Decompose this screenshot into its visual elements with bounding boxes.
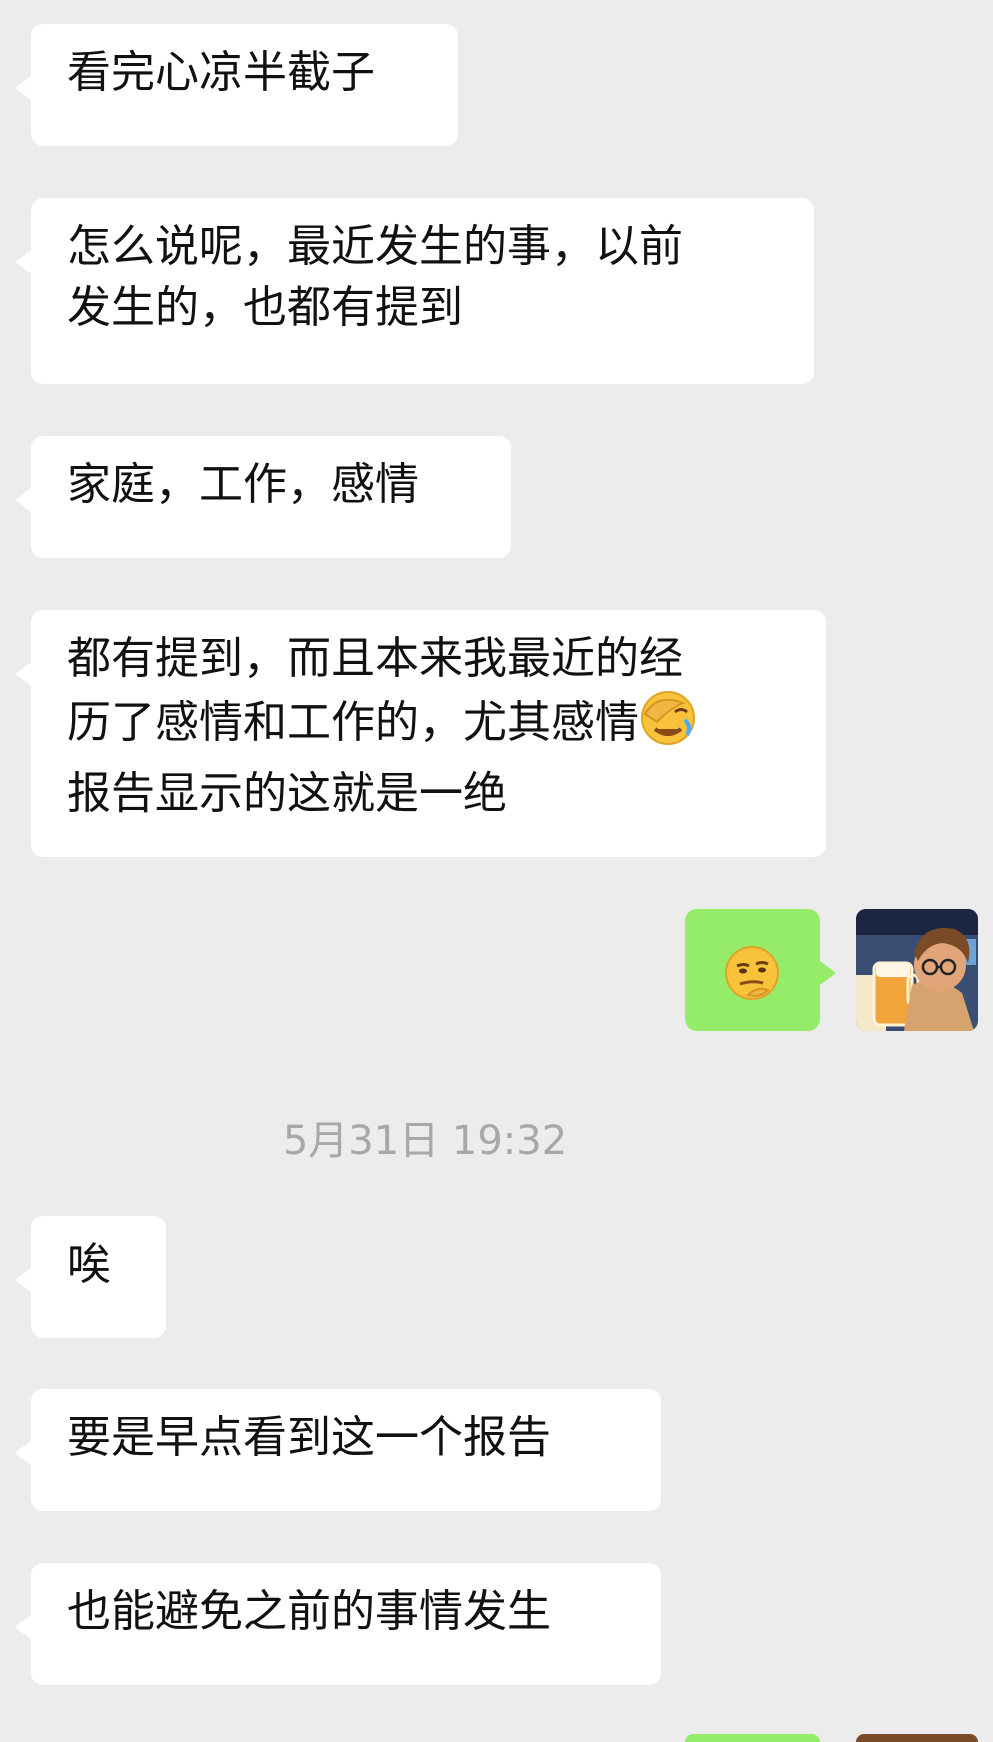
message-text-line-with-emoji: 历了感情和工作的，尤其感情 [67, 689, 790, 763]
message-bubble[interactable]: 看完心凉半截子 [15, 24, 458, 146]
thinking-smirk-icon [722, 943, 782, 1003]
message-text-line: 怎么说呢，最近发生的事，以前 [67, 221, 683, 272]
message-text-line: 都有提到，而且本来我最近的经 [67, 633, 683, 684]
message-text-line: 报告显示的这就是一绝 [67, 768, 507, 819]
message-text: 家庭，工作，感情 [67, 459, 419, 510]
message-text-line: 发生的，也都有提到 [67, 282, 463, 333]
message-bubble[interactable]: 家庭，工作，感情 [15, 436, 511, 558]
message-bubble[interactable]: 怎么说呢，最近发生的事，以前 发生的，也都有提到 [15, 198, 814, 384]
message-bubble[interactable]: 唉 [15, 1216, 166, 1338]
message-bubble[interactable]: 要是早点看到这一个报告 [15, 1389, 661, 1511]
message-text: 唉 [67, 1239, 111, 1290]
message-bubble[interactable]: 也能避免之前的事情发生 [15, 1563, 661, 1685]
timestamp: 5月31日 19:32 [282, 1118, 568, 1164]
outgoing-message-bubble[interactable] [685, 909, 836, 1031]
message-text-fragment: 历了感情和工作的，尤其感情 [67, 697, 639, 748]
message-text: 也能避免之前的事情发生 [67, 1586, 551, 1637]
facepalm-icon [639, 689, 697, 763]
message-text: 看完心凉半截子 [67, 47, 375, 98]
message-text: 要是早点看到这一个报告 [67, 1412, 551, 1463]
message-bubble[interactable]: 都有提到，而且本来我最近的经 历了感情和工作的，尤其感情 报告显示的这就是一绝 [15, 610, 826, 857]
partial-avatar[interactable] [856, 1734, 978, 1742]
avatar[interactable] [856, 909, 978, 1031]
partial-outgoing-bubble[interactable] [685, 1734, 820, 1742]
